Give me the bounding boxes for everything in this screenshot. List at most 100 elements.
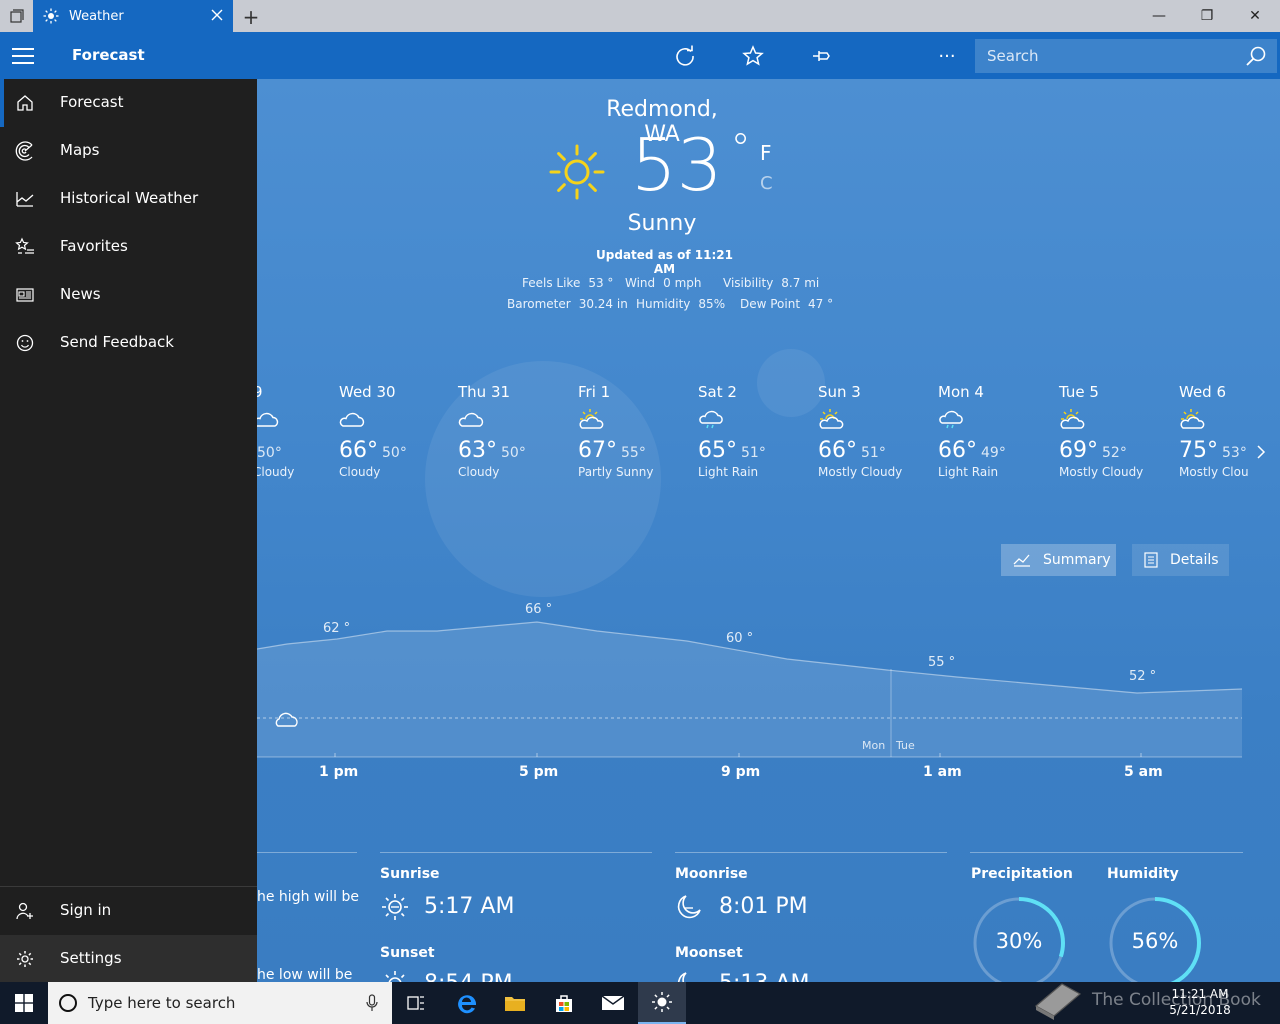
new-tab-button[interactable]: + <box>240 5 262 29</box>
pin-button[interactable] <box>806 41 836 71</box>
sidebar-item-label: News <box>60 285 101 303</box>
day-summary-text: he high will be <box>257 889 359 905</box>
daily-forecast-item[interactable]: Sun 3 66° 51° Mostly Cloudy <box>818 383 928 479</box>
moonrise-time: 8:01 PM <box>719 894 808 919</box>
forecast-panel: Redmond, WA 53 ° F C Sunny Updated as of … <box>257 79 1280 982</box>
more-options-button[interactable]: ··· <box>932 41 962 71</box>
precipitation-label: Precipitation <box>971 866 1073 882</box>
humidity-value: 56% <box>1131 929 1179 953</box>
cloud-icon <box>339 412 365 427</box>
daily-forecast-item[interactable]: Wed 6 75° 53° Mostly Clou <box>1179 383 1280 479</box>
sidebar-item-forecast[interactable]: Forecast <box>0 79 257 127</box>
edge-button[interactable] <box>443 982 491 1024</box>
tab-overview-button[interactable] <box>0 0 33 32</box>
moonset-label: Moonset <box>675 945 743 961</box>
store-button[interactable] <box>540 982 588 1024</box>
system-clock[interactable]: 11:21 AM 5/21/2018 <box>1160 986 1240 1018</box>
unit-celsius-toggle[interactable]: C <box>760 173 773 194</box>
day-name: Thu 31 <box>458 383 511 401</box>
partly-sunny-icon <box>1180 409 1205 429</box>
daily-forecast-item[interactable]: Thu 31 63° 50° Cloudy <box>458 383 568 479</box>
hourly-temp-label: 52 ° <box>1129 669 1156 684</box>
taskbar: Type here to search The Collection Book … <box>0 982 1280 1024</box>
weather-taskbar-button[interactable] <box>638 982 686 1024</box>
dark-mode-button[interactable] <box>874 41 904 71</box>
search-input[interactable] <box>975 47 1225 65</box>
wind-stat: Wind 0 mph <box>625 276 702 290</box>
close-tab-icon[interactable] <box>209 7 225 23</box>
search-icon[interactable] <box>1245 45 1267 67</box>
section-divider <box>970 852 1243 853</box>
day-low: 50° <box>257 445 282 461</box>
day-temps: 66° 49° <box>938 438 1048 463</box>
sun-icon <box>652 992 672 1012</box>
day-low: 51° <box>741 445 766 461</box>
moon-icon <box>887 47 896 65</box>
daily-forecast-item[interactable]: Fri 1 67° 55° Partly Sunny <box>578 383 688 479</box>
book-logo-icon <box>1034 983 1082 1020</box>
task-view-button[interactable] <box>392 982 440 1024</box>
cortana-icon <box>59 994 77 1012</box>
hourly-temperature-chart: 62 ° 66 ° 60 ° 55 ° 52 ° Mon Tue 1 pm 5 … <box>257 602 1243 780</box>
sidebar-item-label: Send Feedback <box>60 333 174 351</box>
file-explorer-button[interactable] <box>491 982 539 1024</box>
day-temps: 63° 50° <box>458 438 568 463</box>
hour-label: 5 am <box>1124 764 1163 780</box>
dew-point-stat: Dew Point 47 ° <box>740 297 834 311</box>
day-name: Tue 5 <box>1059 383 1099 401</box>
close-window-button[interactable]: ✕ <box>1232 0 1278 32</box>
sidebar-item-historical-weather[interactable]: Historical Weather <box>0 175 257 223</box>
sidebar-item-maps[interactable]: Maps <box>0 127 257 175</box>
title-bar: Weather + — ❐ ✕ <box>0 0 1280 32</box>
hamburger-menu-button[interactable] <box>12 44 38 68</box>
person-icon <box>16 902 33 920</box>
visibility-stat: Visibility 8.7 mi <box>723 276 820 290</box>
day-low: 50° <box>382 445 407 461</box>
tab-weather[interactable]: Weather <box>33 0 233 32</box>
refresh-button[interactable] <box>670 41 700 71</box>
nav-sidebar: Forecast Maps Historical Weather Favorit… <box>0 79 257 983</box>
daily-forecast-item[interactable]: Mon 4 66° 49° Light Rain <box>938 383 1048 479</box>
taskbar-search-placeholder: Type here to search <box>88 994 236 1012</box>
sidebar-item-news[interactable]: News <box>0 271 257 319</box>
day-high: 69° <box>1059 438 1098 463</box>
daily-forecast-item[interactable]: Sat 2 65° 51° Light Rain <box>698 383 808 479</box>
refresh-icon <box>676 45 694 66</box>
rain-icon <box>939 410 963 429</box>
day-high: 66° <box>339 438 378 463</box>
start-button[interactable] <box>0 982 48 1024</box>
mail-icon <box>601 995 625 1010</box>
sidebar-item-sign-in[interactable]: Sign in <box>0 887 257 935</box>
microphone-icon[interactable] <box>366 994 378 1012</box>
day-condition: Mostly Clou <box>1179 465 1249 479</box>
sidebar-item-favorites[interactable]: Favorites <box>0 223 257 271</box>
moonrise-icon <box>677 895 701 919</box>
day-summary-text: he low will be <box>257 967 353 982</box>
search-box[interactable] <box>975 39 1277 73</box>
taskbar-search-box[interactable]: Type here to search <box>48 982 392 1024</box>
day-high: 66° <box>818 438 857 463</box>
maximize-button[interactable]: ❐ <box>1184 0 1230 32</box>
chevron-right-icon[interactable] <box>1253 442 1269 462</box>
summary-button[interactable]: Summary <box>1001 544 1116 576</box>
day-name: Fri 1 <box>578 383 611 401</box>
day-low: 50° <box>501 445 526 461</box>
hour-label: 9 pm <box>721 764 760 780</box>
favorite-button[interactable] <box>738 41 768 71</box>
details-button[interactable]: Details <box>1132 544 1229 576</box>
tabs-icon <box>9 9 24 23</box>
mail-button[interactable] <box>589 982 637 1024</box>
maps-icon <box>15 141 33 161</box>
daily-forecast-item[interactable]: Tue 5 69° 52° Mostly Cloudy <box>1059 383 1169 479</box>
home-icon <box>17 95 33 111</box>
daily-forecast-item[interactable]: Wed 30 66° 50° Cloudy <box>339 383 449 479</box>
minimize-button[interactable]: — <box>1136 0 1182 32</box>
tab-title: Weather <box>69 8 124 24</box>
sidebar-item-send-feedback[interactable]: Send Feedback <box>0 319 257 367</box>
hourly-temp-label: 60 ° <box>726 631 753 646</box>
feels-like-stat: Feels Like 53 ° <box>522 276 614 290</box>
gear-icon <box>17 951 33 967</box>
windows-logo-icon <box>15 994 33 1012</box>
unit-fahrenheit-toggle[interactable]: F <box>760 141 772 165</box>
sidebar-item-settings[interactable]: Settings <box>0 935 257 983</box>
